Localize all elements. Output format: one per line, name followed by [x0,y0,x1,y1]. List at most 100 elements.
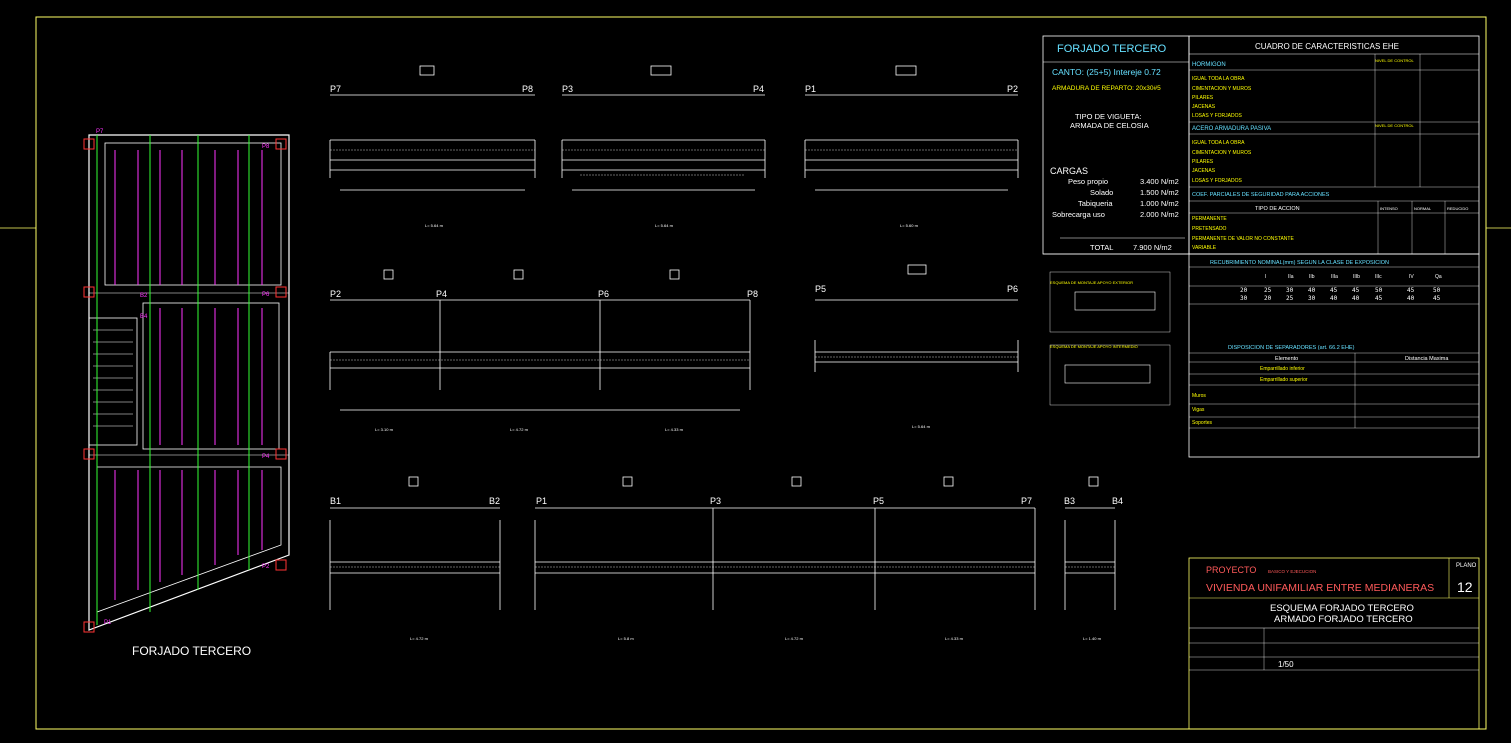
recub-col-6: IIIc [1375,274,1382,280]
sep-col-2: Distancia Maxima [1405,356,1449,362]
spec-canto: CANTO: (25+5) Intereje 0.72 [1052,67,1161,77]
bottom-3-right-label: B4 [1112,496,1123,506]
recub-r1-c8: 45 [1407,287,1415,294]
proyecto-name: VIVIENDA UNIFAMILIAR ENTRE MEDIANERAS [1206,582,1434,594]
recub-r2-c6: 40 [1352,295,1360,302]
middle-length-3: L= 4.33 m [665,427,684,432]
section-2-length: L= 5.64 m [655,223,674,228]
section-1-left-label: P7 [330,84,341,94]
cad-drawing-sheet: P7 P8 P6 P4 P2 P1 B2 B4 FORJADO TERCERO P7 P… [0,0,1511,743]
section-3-right-label: P2 [1007,84,1018,94]
recub-r1-c7: 50 [1375,287,1383,294]
middle-label-2: P4 [436,289,447,299]
section-1-length: L= 5.64 m [425,223,444,228]
spec-title: FORJADO TERCERO [1057,43,1167,55]
bottom-1-right-label: B2 [489,496,500,506]
acero-row-5: LOSAS Y FORJADOS [1192,178,1242,184]
sep-title: DISPOSICION DE SEPARADORES (art. 66.2 EH… [1228,345,1355,351]
section-3-left-label: P1 [805,84,816,94]
bottom-2-length-2: L= 4.72 m [785,636,804,641]
acero-row-4: JACENAS [1192,168,1216,174]
detail-label-2: ESQUEMA DE MONTAJE APOYO INTERMEDIO [1050,344,1138,349]
sep-row-3: Muros [1192,393,1206,399]
description-line-1: ESQUEMA FORJADO TERCERO [1270,603,1414,614]
section-2-left-label: P3 [562,84,573,94]
hormigon-row-5: LOSAS Y FORJADOS [1192,113,1242,119]
middle-length-1: L= 3.10 m [375,427,394,432]
acero-row-2: CIMENTACION Y MUROS [1192,150,1252,156]
recub-r2-c5: 40 [1330,295,1338,302]
bottom-1-left-label: B1 [330,496,341,506]
load-value-1: 3.400 N/m2 [1140,177,1179,186]
middle-label-3: P6 [598,289,609,299]
recub-r2-c7: 45 [1375,295,1383,302]
hormigon-title: HORMIGON [1192,62,1226,68]
recub-col-5: IIIb [1353,274,1360,280]
recub-r2-c4: 30 [1308,295,1316,302]
recub-col-8: Qa [1435,274,1442,280]
sep-row-4: Vigas [1192,407,1205,413]
load-name-4: Sobrecarga uso [1052,210,1105,219]
coef-row-2: PRETENSADO [1192,226,1227,232]
svg-text:P4: P4 [262,454,270,460]
sep-col-1: Elemento [1275,356,1298,362]
coef-row-1: PERMANENTE [1192,216,1227,222]
acero-title: ACERO ARMADURA PASIVA [1192,126,1271,132]
middle-length-2: L= 4.72 m [510,427,529,432]
recub-r1-c1: 20 [1240,287,1248,294]
section-2-right-label: P4 [753,84,764,94]
spec-cargas-title: CARGAS [1050,166,1088,176]
recub-r2-c8: 40 [1407,295,1415,302]
spec-tipo-vigueta-1: TIPO DE VIGUETA: [1075,112,1142,121]
svg-text:P2: P2 [262,564,270,570]
nivel-control-1: NIVEL DE CONTROL [1375,58,1415,63]
load-value-3: 1.000 N/m2 [1140,199,1179,208]
coef-col-3: REDUCIDO [1447,206,1468,211]
bottom-3-length: L= 1.40 m [1083,636,1102,641]
section-1-right-label: P8 [522,84,533,94]
spec-armadura: ARMADURA DE REPARTO: 20x30#5 [1052,85,1161,92]
hormigon-row-1: IGUAL TODA LA OBRA [1192,76,1245,82]
proyecto-sub: BASICO Y EJECUCION [1268,569,1316,574]
load-value-4: 2.000 N/m2 [1140,210,1179,219]
coef-title: COEF. PARCIALES DE SEGURIDAD PARA ACCION… [1192,192,1330,198]
spec-tipo-vigueta-2: ARMADA DE CELOSIA [1070,121,1149,130]
recub-col-3: IIb [1309,274,1315,280]
plan-title: FORJADO TERCERO [132,644,251,658]
detail-label-1: ESQUEMA DE MONTAJE APOYO EXTERIOR [1050,280,1133,285]
sep-row-2: Emparrillado superior [1260,377,1308,383]
bottom-2-label-4: P7 [1021,496,1032,506]
svg-text:P6: P6 [262,292,270,298]
bottom-2-length-1: L= 5.8 m [618,636,634,641]
recub-r2-c2: 20 [1264,295,1272,302]
hormigon-row-3: PILARES [1192,95,1214,101]
recub-col-4: IIIa [1331,274,1338,280]
recub-r1-c2: 25 [1264,287,1272,294]
caract-title: CUADRO DE CARACTERISTICAS EHE [1255,42,1399,51]
coef-col-2: NORMAL [1414,206,1432,211]
recub-r2-c1: 30 [1240,295,1248,302]
recub-r1-c5: 45 [1330,287,1338,294]
bottom-2-label-2: P3 [710,496,721,506]
acero-row-3: PILARES [1192,159,1214,165]
acero-row-1: IGUAL TODA LA OBRA [1192,140,1245,146]
load-name-1: Peso propio [1068,177,1108,186]
recub-title: RECUBRIMIENTO NOMINAL(mm) SEGUN LA CLASE… [1210,260,1389,266]
recub-r1-c3: 30 [1286,287,1294,294]
recub-r1-c4: 40 [1308,287,1316,294]
proyecto-label: PROYECTO [1206,565,1256,575]
bottom-3-left-label: B3 [1064,496,1075,506]
load-name-3: Tabiqueria [1078,199,1113,208]
recub-col-2: IIa [1288,274,1294,280]
svg-text:P8: P8 [262,144,270,150]
bottom-2-label-1: P1 [536,496,547,506]
hormigon-row-2: CIMENTACION Y MUROS [1192,86,1252,92]
nivel-control-2: NIVEL DE CONTROL [1375,123,1415,128]
load-name-2: Solado [1090,188,1113,197]
sep-row-1: Emparrillado inferior [1260,366,1305,372]
plano-number: 12 [1457,579,1473,595]
bottom-2-length-3: L= 4.33 m [945,636,964,641]
svg-text:P7: P7 [96,129,104,135]
svg-text:B2: B2 [140,293,148,299]
tipo-accion: TIPO DE ACCION [1255,206,1300,212]
